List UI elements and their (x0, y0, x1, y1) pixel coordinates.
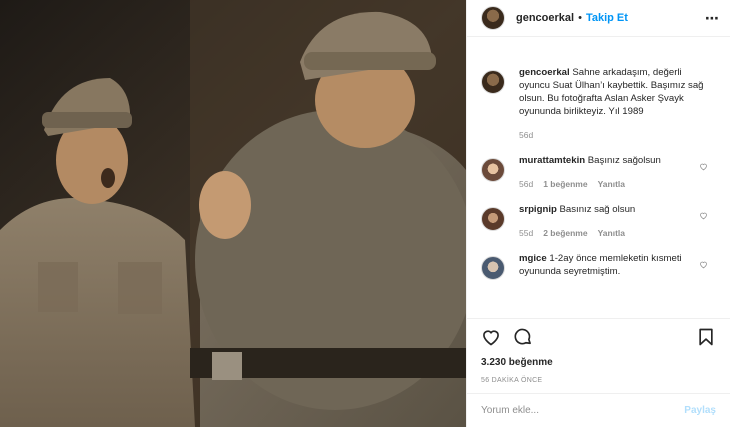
avatar[interactable] (481, 207, 505, 231)
heart-icon[interactable] (699, 211, 708, 220)
caption: gencoerkal Sahne arkadaşım, değerli oyun… (467, 66, 730, 142)
comments-list[interactable]: gencoerkal Sahne arkadaşım, değerli oyun… (467, 60, 730, 316)
post-timestamp[interactable]: 56 DAKİKA ÖNCE (481, 377, 716, 384)
reply-button[interactable]: Yanıtla (598, 178, 625, 191)
avatar[interactable] (481, 70, 505, 94)
add-comment-bar: Paylaş (467, 393, 730, 427)
heart-icon[interactable] (699, 260, 708, 269)
comment-age[interactable]: 55d (519, 227, 533, 240)
post-header: gencoerkal • Takip Et ⋯ (467, 0, 730, 37)
comment-age[interactable]: 56d (519, 178, 533, 191)
post-author-username[interactable]: gencoerkal (516, 12, 574, 24)
post-side-panel: gencoerkal • Takip Et ⋯ gencoerkal Sahne… (466, 0, 730, 427)
avatar[interactable] (481, 256, 505, 280)
comment-item: mgice 1-2ay önce memleketin kısmeti oyun… (467, 252, 730, 280)
reply-button[interactable]: Yanıtla (598, 227, 625, 240)
bookmark-icon[interactable] (696, 327, 716, 347)
comment-likes[interactable]: 2 beğenme (543, 227, 587, 240)
heart-icon[interactable] (481, 327, 501, 347)
comment-item: srpignip Basınız sağ olsun 55d 2 beğenme… (467, 203, 730, 240)
post-actions: 3.230 beğenme 56 DAKİKA ÖNCE (467, 318, 730, 388)
comment-input[interactable] (481, 405, 685, 416)
avatar[interactable] (481, 6, 505, 30)
more-options-icon[interactable]: ⋯ (705, 10, 720, 27)
share-button[interactable]: Paylaş (684, 405, 716, 416)
comment-likes[interactable]: 1 beğenme (543, 178, 587, 191)
comment-username[interactable]: srpignip (519, 204, 557, 215)
avatar[interactable] (481, 158, 505, 182)
caption-age[interactable]: 56d (519, 129, 533, 142)
comment-username[interactable]: murattamtekin (519, 155, 585, 166)
post-photo[interactable] (0, 0, 466, 427)
heart-icon[interactable] (699, 162, 708, 171)
comment-username[interactable]: mgice (519, 253, 547, 264)
like-count[interactable]: 3.230 beğenme (481, 357, 716, 368)
separator-dot: • (578, 12, 582, 24)
comment-text: Başınız sağolsun (587, 155, 661, 166)
caption-username[interactable]: gencoerkal (519, 67, 570, 78)
comment-text: Basınız sağ olsun (559, 204, 636, 215)
comment-icon[interactable] (513, 327, 533, 347)
follow-button[interactable]: Takip Et (586, 12, 628, 24)
comment-item: murattamtekin Başınız sağolsun 56d 1 beğ… (467, 154, 730, 191)
